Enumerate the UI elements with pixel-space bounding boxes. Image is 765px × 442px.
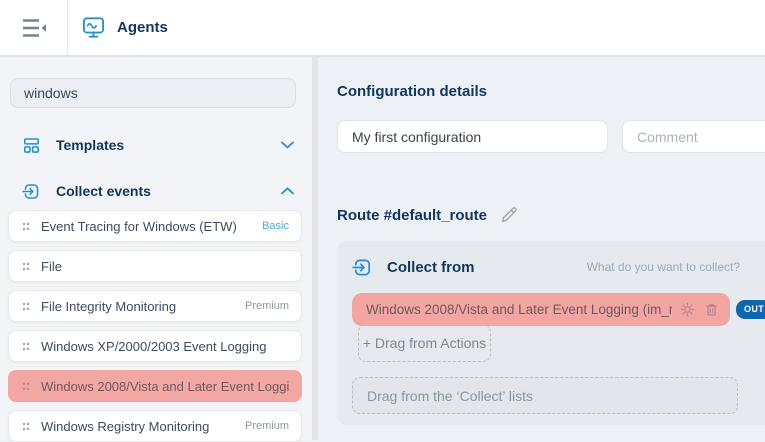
module-search-input[interactable] [10, 78, 296, 108]
out-direction-badge: OUT [736, 300, 765, 319]
chevron-down-icon[interactable] [281, 141, 294, 149]
module-item-label: Windows Registry Monitoring [41, 419, 239, 434]
module-item-windows-xp-logging[interactable]: Windows XP/2000/2003 Event Logging [8, 330, 302, 362]
chevron-up-icon[interactable] [281, 187, 294, 195]
trash-icon[interactable] [703, 301, 720, 318]
comment-input[interactable] [622, 120, 765, 153]
drag-handle-icon [22, 382, 30, 391]
configuration-name-input[interactable] [337, 120, 608, 153]
configuration-main: Configuration details Route #default_rou… [318, 57, 765, 440]
configuration-details-title: Configuration details [337, 83, 765, 100]
collect-from-title: Collect from [387, 259, 587, 276]
module-item-label: File Integrity Monitoring [41, 299, 239, 314]
section-label-templates: Templates [56, 137, 281, 153]
templates-layout-icon [22, 136, 41, 155]
gear-icon[interactable] [679, 301, 696, 318]
arrow-into-box-icon [352, 257, 373, 278]
collect-dropzone-label: Drag from the ‘Collect’ lists [367, 388, 533, 404]
app-header: Agents [0, 0, 765, 57]
edit-route-pencil-icon[interactable] [500, 206, 518, 224]
drag-handle-icon [22, 222, 30, 231]
collapse-menu-icon [21, 18, 47, 38]
collapse-menu-button[interactable] [0, 0, 68, 55]
sidebar-scrollbar[interactable] [312, 57, 318, 440]
drag-from-actions-dropzone[interactable]: + Drag from Actions [358, 324, 491, 362]
module-item-windows-2008-logging[interactable]: Windows 2008/Vista and Later Event Loggi… [8, 370, 302, 402]
agents-monitor-pulse-icon [81, 15, 106, 40]
module-item-file[interactable]: File [8, 250, 302, 282]
route-title: Route #default_route [337, 207, 487, 224]
collect-lists-dropzone[interactable]: Drag from the ‘Collect’ lists [352, 377, 738, 414]
arrow-into-box-icon [22, 182, 41, 201]
module-item-label: Windows XP/2000/2003 Event Logging [41, 339, 289, 354]
route-module-windows-2008-logging[interactable]: Windows 2008/Vista and Later Event Loggi… [352, 293, 730, 326]
drag-handle-icon [22, 342, 30, 351]
tier-badge: Basic [262, 220, 289, 232]
module-item-file-integrity[interactable]: File Integrity Monitoring Premium [8, 290, 302, 322]
route-module-label: Windows 2008/Vista and Later Event Loggi… [366, 302, 672, 317]
app-title: Agents [68, 0, 168, 55]
collect-from-panel: Collect from What do you want to collect… [337, 241, 765, 425]
module-item-label: Windows 2008/Vista and Later Event Loggi… [41, 379, 289, 394]
module-item-label: Event Tracing for Windows (ETW) [41, 219, 256, 234]
drag-handle-icon [22, 422, 30, 431]
drag-handle-icon [22, 302, 30, 311]
page-title: Agents [117, 19, 168, 36]
section-label-collect-events: Collect events [56, 183, 281, 199]
drag-handle-icon [22, 262, 30, 271]
modules-sidebar: Templates Collect events Event Tracing [0, 57, 318, 440]
sidebar-section-templates[interactable]: Templates [10, 131, 296, 159]
module-list: Event Tracing for Windows (ETW) Basic Fi… [0, 210, 318, 442]
sidebar-section-collect-events[interactable]: Collect events [10, 177, 296, 205]
tier-badge: Premium [245, 300, 289, 312]
collect-hint-text: What do you want to collect? [587, 260, 740, 274]
drag-from-actions-label: + Drag from Actions [363, 335, 486, 351]
module-item-label: File [41, 259, 289, 274]
tier-badge: Premium [245, 420, 289, 432]
module-item-etw[interactable]: Event Tracing for Windows (ETW) Basic [8, 210, 302, 242]
module-item-windows-registry[interactable]: Windows Registry Monitoring Premium [8, 410, 302, 442]
